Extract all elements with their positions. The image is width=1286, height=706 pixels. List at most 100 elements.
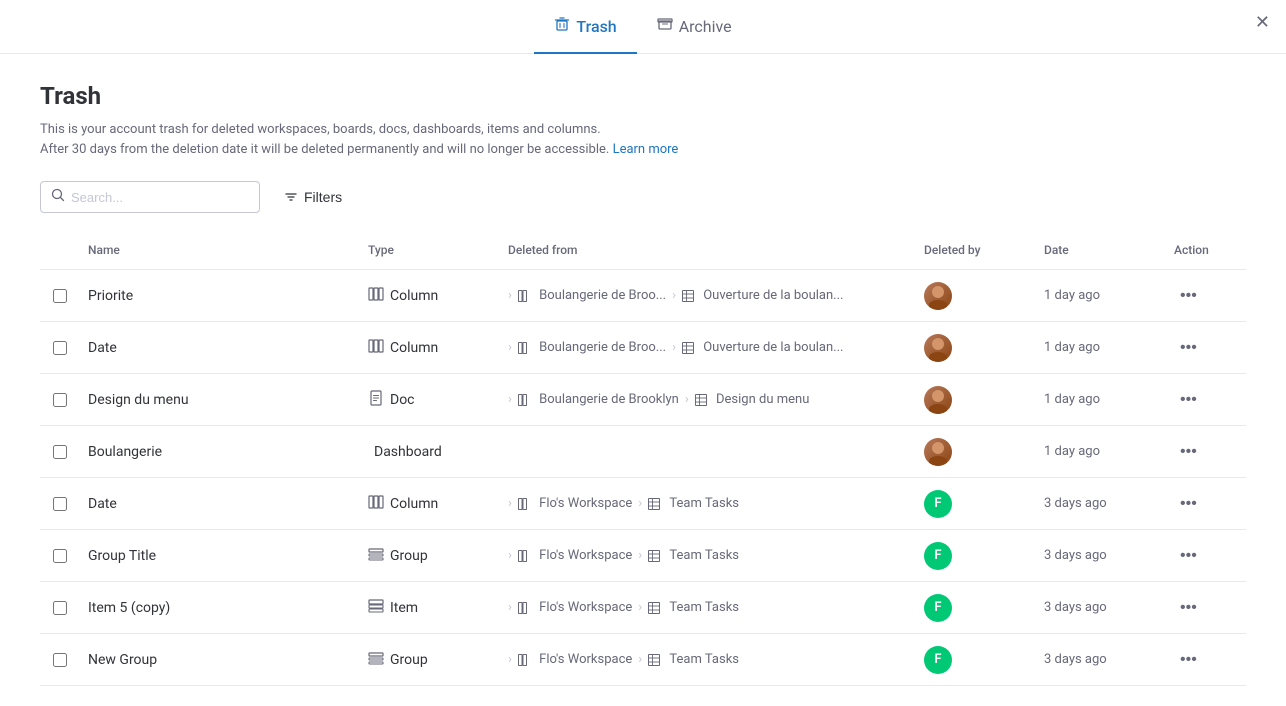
more-options-button[interactable]: ••• bbox=[1174, 595, 1203, 621]
more-options-button[interactable]: ••• bbox=[1174, 439, 1203, 465]
tab-archive[interactable]: Archive bbox=[637, 0, 752, 54]
tab-trash[interactable]: Trash bbox=[534, 0, 636, 54]
row-deleted-by-3 bbox=[916, 430, 1036, 474]
row-checkbox-1[interactable] bbox=[40, 341, 80, 355]
row-deleted-from-1: › Boulangerie de Broo...› Ouverture de l… bbox=[500, 332, 916, 363]
page-title: Trash bbox=[40, 82, 1246, 110]
chevron-right-icon: › bbox=[638, 600, 642, 615]
col-header-deleted-from: Deleted from bbox=[500, 239, 916, 261]
row-type-2: Doc bbox=[360, 382, 500, 418]
table-container: Name Type Deleted from Deleted by Date A… bbox=[40, 231, 1246, 686]
chevron-right-icon: › bbox=[672, 288, 676, 303]
chevron-right-icon: › bbox=[508, 496, 512, 511]
avatar: F bbox=[924, 490, 952, 518]
more-options-button[interactable]: ••• bbox=[1174, 283, 1203, 309]
search-input[interactable] bbox=[71, 190, 249, 205]
row-checkbox-6[interactable] bbox=[40, 601, 80, 615]
chevron-right-icon: › bbox=[508, 288, 512, 303]
row-name-3: Boulangerie bbox=[80, 436, 360, 468]
chevron-right-icon: › bbox=[508, 548, 512, 563]
search-box[interactable] bbox=[40, 181, 260, 213]
tab-trash-label: Trash bbox=[576, 17, 616, 36]
row-checkbox-4[interactable] bbox=[40, 497, 80, 511]
row-date-6: 3 days ago bbox=[1036, 592, 1166, 623]
row-type-3: Dashboard bbox=[360, 436, 500, 468]
description-line1: This is your account trash for deleted w… bbox=[40, 120, 1246, 140]
more-options-button[interactable]: ••• bbox=[1174, 647, 1203, 673]
row-action-0: ••• bbox=[1166, 275, 1246, 317]
row-deleted-from-2: › Boulangerie de Brooklyn› Design du men… bbox=[500, 384, 916, 415]
chevron-right-icon: › bbox=[508, 600, 512, 615]
col-header-name: Name bbox=[80, 239, 360, 261]
row-date-7: 3 days ago bbox=[1036, 644, 1166, 675]
avatar: F bbox=[924, 594, 952, 622]
table-row: Design du menu Doc › Boulangerie de Broo… bbox=[40, 374, 1246, 426]
table-row: New Group Group › Flo's Workspace› Team … bbox=[40, 634, 1246, 686]
col-header-date: Date bbox=[1036, 239, 1166, 261]
chevron-right-icon: › bbox=[672, 340, 676, 355]
row-deleted-from-7: › Flo's Workspace› Team Tasks bbox=[500, 644, 916, 675]
learn-more-link[interactable]: Learn more bbox=[613, 142, 679, 157]
row-type-4: Column bbox=[360, 486, 500, 522]
row-checkbox-3[interactable] bbox=[40, 445, 80, 459]
row-name-6: Item 5 (copy) bbox=[80, 592, 360, 624]
row-date-5: 3 days ago bbox=[1036, 540, 1166, 571]
search-icon bbox=[51, 188, 65, 206]
row-date-1: 1 day ago bbox=[1036, 332, 1166, 363]
row-deleted-from-4: › Flo's Workspace› Team Tasks bbox=[500, 488, 916, 519]
col-header-action: Action bbox=[1166, 239, 1246, 261]
row-checkbox-0[interactable] bbox=[40, 289, 80, 303]
row-date-3: 1 day ago bbox=[1036, 436, 1166, 467]
avatar: F bbox=[924, 646, 952, 674]
row-type-5: Group bbox=[360, 538, 500, 574]
row-deleted-by-6: F bbox=[916, 586, 1036, 630]
row-action-7: ••• bbox=[1166, 639, 1246, 681]
more-options-button[interactable]: ••• bbox=[1174, 387, 1203, 413]
row-checkbox-5[interactable] bbox=[40, 549, 80, 563]
table-row: Group Title Group › Flo's Workspace› Tea… bbox=[40, 530, 1246, 582]
trash-tab-icon bbox=[554, 16, 570, 36]
chevron-right-icon: › bbox=[638, 496, 642, 511]
tabs-bar: Trash Archive bbox=[0, 0, 1286, 54]
row-name-0: Priorite bbox=[80, 280, 360, 312]
type-icon bbox=[368, 650, 384, 670]
more-options-button[interactable]: ••• bbox=[1174, 491, 1203, 517]
row-deleted-by-2 bbox=[916, 378, 1036, 422]
row-deleted-from-5: › Flo's Workspace› Team Tasks bbox=[500, 540, 916, 571]
row-checkbox-7[interactable] bbox=[40, 653, 80, 667]
row-date-2: 1 day ago bbox=[1036, 384, 1166, 415]
row-deleted-by-5: F bbox=[916, 534, 1036, 578]
type-icon bbox=[368, 286, 384, 306]
row-name-4: Date bbox=[80, 488, 360, 520]
row-action-1: ••• bbox=[1166, 327, 1246, 369]
type-icon bbox=[368, 390, 384, 410]
row-type-1: Column bbox=[360, 330, 500, 366]
table-body: Priorite Column › Boulangerie de Broo...… bbox=[40, 270, 1246, 686]
row-date-4: 3 days ago bbox=[1036, 488, 1166, 519]
row-name-1: Date bbox=[80, 332, 360, 364]
archive-tab-icon bbox=[657, 16, 673, 36]
row-action-6: ••• bbox=[1166, 587, 1246, 629]
type-icon bbox=[368, 494, 384, 514]
row-deleted-from-3 bbox=[500, 444, 916, 460]
chevron-right-icon: › bbox=[508, 340, 512, 355]
more-options-button[interactable]: ••• bbox=[1174, 543, 1203, 569]
close-button[interactable]: ✕ bbox=[1255, 12, 1270, 33]
row-action-2: ••• bbox=[1166, 379, 1246, 421]
description-line2: After 30 days from the deletion date it … bbox=[40, 140, 1246, 160]
more-options-button[interactable]: ••• bbox=[1174, 335, 1203, 361]
filters-label: Filters bbox=[304, 189, 342, 205]
row-deleted-from-0: › Boulangerie de Broo...› Ouverture de l… bbox=[500, 280, 916, 311]
row-action-5: ••• bbox=[1166, 535, 1246, 577]
table-header: Name Type Deleted from Deleted by Date A… bbox=[40, 231, 1246, 270]
chevron-right-icon: › bbox=[508, 392, 512, 407]
filters-button[interactable]: Filters bbox=[276, 183, 350, 211]
table-row: Item 5 (copy) Item › Flo's Workspace› Te… bbox=[40, 582, 1246, 634]
table-row: Boulangerie Dashboard 1 day ago ••• bbox=[40, 426, 1246, 478]
row-action-3: ••• bbox=[1166, 431, 1246, 473]
row-checkbox-2[interactable] bbox=[40, 393, 80, 407]
table-row: Priorite Column › Boulangerie de Broo...… bbox=[40, 270, 1246, 322]
row-deleted-from-6: › Flo's Workspace› Team Tasks bbox=[500, 592, 916, 623]
row-deleted-by-1 bbox=[916, 326, 1036, 370]
row-name-7: New Group bbox=[80, 644, 360, 676]
